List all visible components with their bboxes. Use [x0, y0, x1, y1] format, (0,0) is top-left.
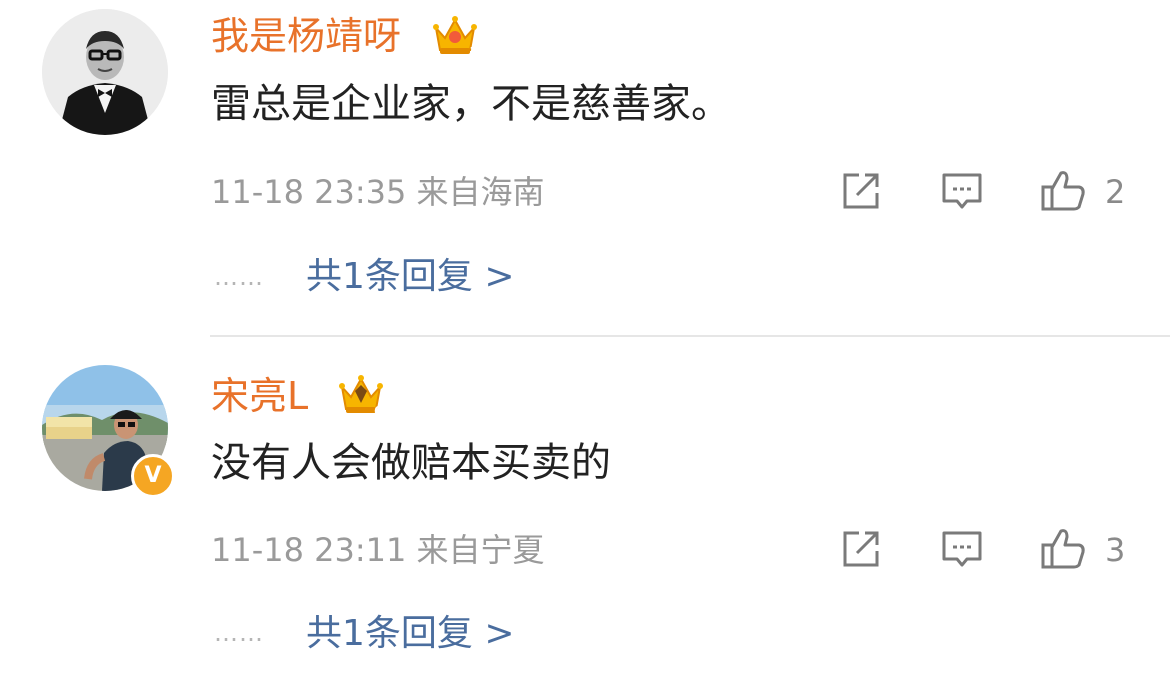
svg-text:7: 7 [470, 45, 478, 58]
comment-icon [942, 173, 982, 209]
like-button[interactable] [1039, 525, 1087, 573]
reply-dots: …… [214, 619, 264, 647]
comment-item: V 宋亮L 6 没有人会做赔本买卖的 11-18 23:11 来自宁夏 3 ……… [0, 337, 1170, 686]
view-replies-link[interactable]: 共1条回复 > [306, 612, 515, 656]
comment-button[interactable] [938, 525, 986, 573]
view-replies-link[interactable]: 共1条回复 > [306, 255, 515, 299]
like-count: 3 [1105, 531, 1126, 569]
avatar[interactable]: V [42, 365, 175, 498]
comment-button[interactable] [938, 167, 986, 215]
comment-text: 没有人会做赔本买卖的 [211, 440, 611, 486]
verified-icon: V [131, 454, 175, 498]
like-icon [1041, 529, 1085, 569]
like-button[interactable] [1039, 167, 1087, 215]
comment-item: 我是杨靖呀 7 雷总是企业家，不是慈善家。 11-18 23:35 来自海南 2… [0, 0, 1170, 336]
svg-text:6: 6 [374, 404, 382, 417]
comment-list: 我是杨靖呀 7 雷总是企业家，不是慈善家。 11-18 23:35 来自海南 2… [0, 0, 1170, 686]
avatar[interactable] [42, 9, 168, 135]
share-icon [843, 531, 879, 567]
avatar-image [42, 9, 168, 135]
reply-dots: …… [214, 263, 264, 291]
share-button[interactable] [837, 525, 885, 573]
comment-meta: 11-18 23:11 来自宁夏 [211, 531, 545, 569]
like-icon [1041, 171, 1085, 211]
comment-meta: 11-18 23:35 来自海南 [211, 173, 545, 211]
username[interactable]: 我是杨靖呀 [211, 14, 401, 58]
share-icon [843, 173, 879, 209]
crown-icon: 6 [338, 373, 384, 418]
comment-text: 雷总是企业家，不是慈善家。 [211, 81, 731, 127]
comment-icon [942, 531, 982, 567]
like-count: 2 [1105, 173, 1126, 211]
share-button[interactable] [837, 167, 885, 215]
username[interactable]: 宋亮L [211, 374, 308, 418]
crown-icon: 7 [432, 14, 478, 59]
